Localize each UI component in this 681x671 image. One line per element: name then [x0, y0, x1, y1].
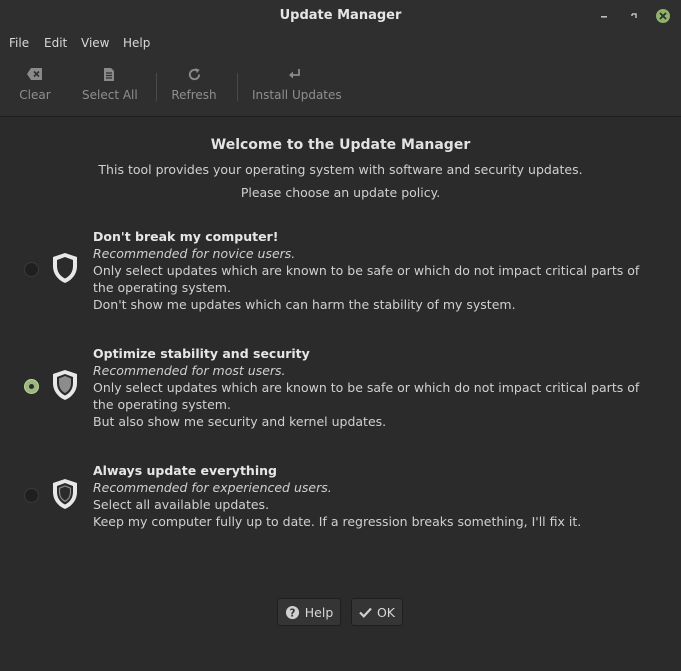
option-text: Always update everything Recommended for… [93, 462, 663, 530]
shield-empty-icon [53, 479, 77, 509]
svg-text:?: ? [289, 607, 295, 619]
menu-view[interactable]: View [81, 36, 109, 50]
restore-icon[interactable] [626, 8, 642, 24]
option-recommendation: Recommended for most users. [93, 363, 286, 378]
main-content: Welcome to the Update Manager This tool … [0, 117, 681, 671]
welcome-heading: Welcome to the Update Manager [210, 137, 471, 153]
toolbar-separator [237, 73, 238, 101]
title-bar: Update Manager [0, 0, 681, 32]
option-detail: But also show me security and kernel upd… [93, 414, 387, 429]
option-text: Optimize stability and security Recommen… [93, 345, 663, 430]
radio-advanced[interactable] [24, 488, 39, 503]
shield-outline-icon [53, 253, 77, 283]
option-detail: Don't show me updates which can harm the… [93, 297, 516, 312]
shield-half-icon [53, 370, 77, 400]
install-updates-button[interactable]: Install Updates [252, 66, 342, 108]
option-title: Always update everything [93, 463, 277, 478]
option-recommendation: Recommended for novice users. [93, 246, 296, 261]
option-text: Don't break my computer! Recommended for… [93, 228, 663, 313]
menu-bar: File Edit View Help [0, 32, 681, 56]
refresh-button[interactable]: Refresh [171, 66, 217, 108]
refresh-icon [171, 66, 217, 82]
window-title: Update Manager [279, 8, 402, 23]
option-recommendation: Recommended for experienced users. [93, 480, 332, 495]
enter-icon [252, 66, 338, 82]
clear-button[interactable]: Clear [17, 66, 53, 108]
ok-label: OK [376, 604, 396, 620]
clear-label: Clear [19, 88, 51, 102]
install-updates-label: Install Updates [252, 88, 342, 102]
close-icon[interactable] [655, 8, 671, 24]
option-description: Only select updates which are known to b… [93, 263, 640, 295]
menu-edit[interactable]: Edit [44, 36, 67, 50]
select-all-button[interactable]: Select All [82, 66, 138, 108]
help-label: Help [304, 604, 334, 620]
document-icon [82, 66, 136, 82]
welcome-instruction: Please choose an update policy. [240, 185, 441, 200]
menu-file[interactable]: File [9, 36, 29, 50]
radio-standard[interactable] [24, 379, 39, 394]
option-description: Only select updates which are known to b… [93, 380, 640, 412]
help-icon: ? [285, 605, 299, 619]
help-button[interactable]: ? Help [277, 598, 341, 626]
refresh-label: Refresh [171, 88, 217, 102]
checkmark-icon [359, 607, 372, 618]
welcome-description: This tool provides your operating system… [98, 162, 583, 177]
option-title: Optimize stability and security [93, 346, 310, 361]
minimize-icon[interactable] [596, 8, 612, 24]
radio-novice[interactable] [24, 262, 39, 277]
option-detail: Keep my computer fully up to date. If a … [93, 514, 582, 529]
option-title: Don't break my computer! [93, 229, 279, 244]
ok-button[interactable]: OK [351, 598, 403, 626]
select-all-label: Select All [82, 88, 138, 102]
menu-help[interactable]: Help [123, 36, 150, 50]
backspace-icon [17, 66, 53, 82]
toolbar-separator [156, 73, 157, 101]
option-description: Select all available updates. [93, 497, 270, 512]
toolbar: Clear Select All Refresh Install Updates [0, 56, 681, 117]
